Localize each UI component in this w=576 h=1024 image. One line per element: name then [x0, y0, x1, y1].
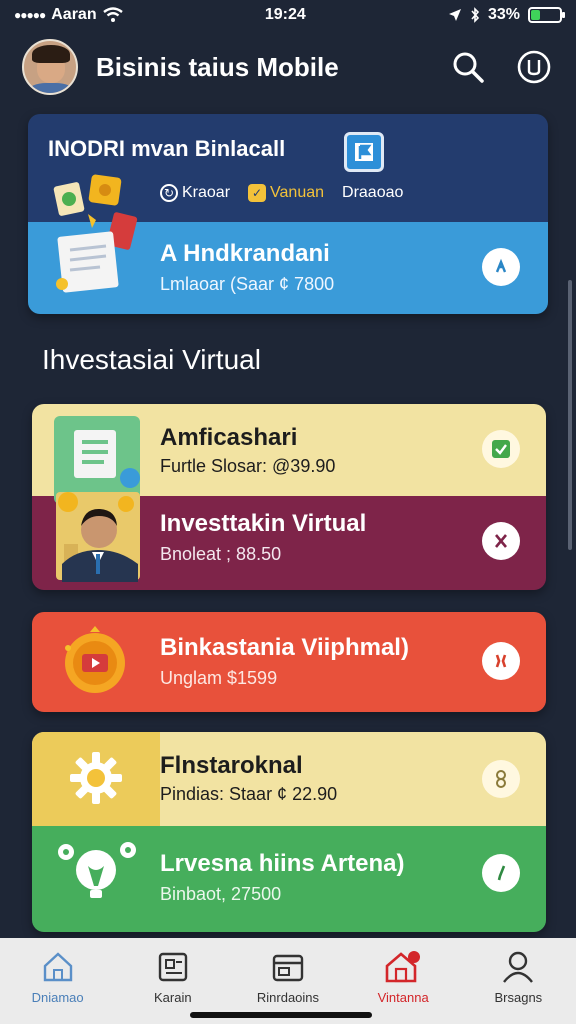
- app-title: Bisinis taius Mobile: [96, 51, 339, 82]
- tab-vanuan[interactable]: ✓ Vanuan: [248, 184, 324, 202]
- investment-title: Binkastania Viiphmal): [160, 634, 409, 661]
- search-button[interactable]: [448, 47, 488, 87]
- media-illustration: [65, 626, 125, 693]
- nav-label: Rinrdaoins: [256, 990, 320, 1005]
- app-badge-icon[interactable]: [344, 132, 384, 172]
- bluetooth-icon: [471, 7, 480, 23]
- investment-subtitle: Unglam $1599: [160, 668, 278, 688]
- investment-action-button[interactable]: [482, 854, 520, 892]
- pause-icon: [495, 654, 507, 668]
- card-icon: [272, 954, 304, 982]
- flag-icon: [355, 143, 373, 161]
- profile-icon: [503, 951, 534, 983]
- account-summary-card[interactable]: INODRI mvan Binlacall ↻ Kraoar ✓ Vanuan …: [28, 114, 548, 314]
- investment-subtitle: Furtle Slosar: @39.90: [160, 456, 336, 476]
- avatar[interactable]: [22, 39, 78, 95]
- battery-percent: 33%: [487, 6, 520, 23]
- clock: 19:24: [264, 6, 306, 23]
- nav-item-profile[interactable]: Brsagns: [463, 950, 573, 1024]
- investment-row[interactable]: Flnstaroknal Pindias: Staar ¢ 22.90: [32, 732, 546, 826]
- location-arrow-icon: [448, 9, 461, 21]
- check-icon: [492, 440, 510, 458]
- investment-subtitle: Bnoleat ; 88.50: [160, 544, 282, 564]
- status-left: ●●●●● Aaran: [14, 6, 123, 24]
- carrier-name: Aaran: [51, 6, 97, 23]
- tab-label: Vanuan: [270, 184, 325, 201]
- investment-action-button[interactable]: [482, 522, 520, 560]
- home-indicator[interactable]: [190, 1012, 372, 1018]
- avatar-hair: [32, 45, 70, 63]
- info-icon: [495, 258, 507, 273]
- investment-action-button[interactable]: [482, 430, 520, 468]
- tab-label: Draaoao: [342, 184, 404, 201]
- battery-icon: [528, 7, 565, 23]
- search-icon: [453, 52, 484, 83]
- nav-label: Dniamao: [31, 990, 84, 1005]
- section-title: Ihvestasiai Virtual: [42, 344, 261, 375]
- tab-kraoar[interactable]: ↻ Kraoar: [160, 184, 230, 202]
- store-icon: [385, 951, 421, 983]
- investment-row[interactable]: Lrvesna hiins Artena) Binbaot, 27500: [32, 826, 546, 932]
- nav-label: Brsagns: [494, 990, 543, 1005]
- investment-card-3: Flnstaroknal Pindias: Staar ¢ 22.90 Lrve…: [32, 732, 546, 932]
- refresh-icon: ↻: [160, 184, 178, 202]
- summary-item-subtitle: Lmlaoar (Saar ¢ 7800: [160, 274, 335, 294]
- account-summary-title: INODRI mvan Binlacall: [48, 136, 286, 161]
- power-icon: [517, 50, 551, 84]
- investment-title: Amficashari: [160, 424, 298, 451]
- app-header: Bisinis taius Mobile: [0, 34, 576, 100]
- wallet-icon: [158, 952, 187, 982]
- investment-title: Investtakin Virtual: [160, 510, 367, 537]
- documents-illustration: [53, 174, 138, 293]
- status-bar: ●●●●● Aaran 19:24 33%: [0, 0, 576, 30]
- scrollbar[interactable]: [568, 280, 572, 550]
- investment-action-button[interactable]: [482, 642, 520, 680]
- investment-card-1: Amficashari Furtle Slosar: @39.90 Invest…: [32, 404, 546, 590]
- signal-dots-icon: ●●●●●: [14, 8, 46, 22]
- summary-item-title: A Hndkrandani: [160, 240, 330, 267]
- wifi-icon: [102, 7, 123, 22]
- avatar-shirt: [28, 83, 74, 93]
- number-icon: [496, 770, 506, 788]
- status-right: 33%: [448, 6, 565, 24]
- investment-card-2: Binkastania Viiphmal) Unglam $1599: [32, 612, 546, 712]
- home-icon: [43, 952, 72, 982]
- battery-fill: [531, 10, 541, 20]
- gear-icon: [70, 752, 122, 804]
- nav-label: Karain: [153, 990, 192, 1005]
- investment-title: Lrvesna hiins Artena): [160, 850, 405, 877]
- bulb-icon: [58, 842, 136, 898]
- edit-icon: [497, 865, 506, 881]
- power-button[interactable]: [514, 47, 554, 87]
- checkbox-icon: ✓: [248, 184, 267, 202]
- summary-item-button[interactable]: [482, 248, 520, 286]
- tab-draaoao[interactable]: Draaoao: [342, 184, 403, 202]
- close-icon: [495, 534, 507, 548]
- investor-illustration: [54, 416, 140, 582]
- investment-title: Flnstaroknal: [160, 752, 303, 779]
- investment-action-button[interactable]: [482, 760, 520, 798]
- investment-subtitle: Pindias: Staar ¢ 22.90: [160, 784, 338, 804]
- nav-item-home[interactable]: Dniamao: [3, 950, 113, 1024]
- tab-label: Kraoar: [182, 184, 231, 201]
- nav-label: Vintanna: [377, 990, 429, 1005]
- summary-tabs: ↻ Kraoar ✓ Vanuan Draaoao: [160, 184, 403, 202]
- investment-subtitle: Binbaot, 27500: [160, 884, 282, 904]
